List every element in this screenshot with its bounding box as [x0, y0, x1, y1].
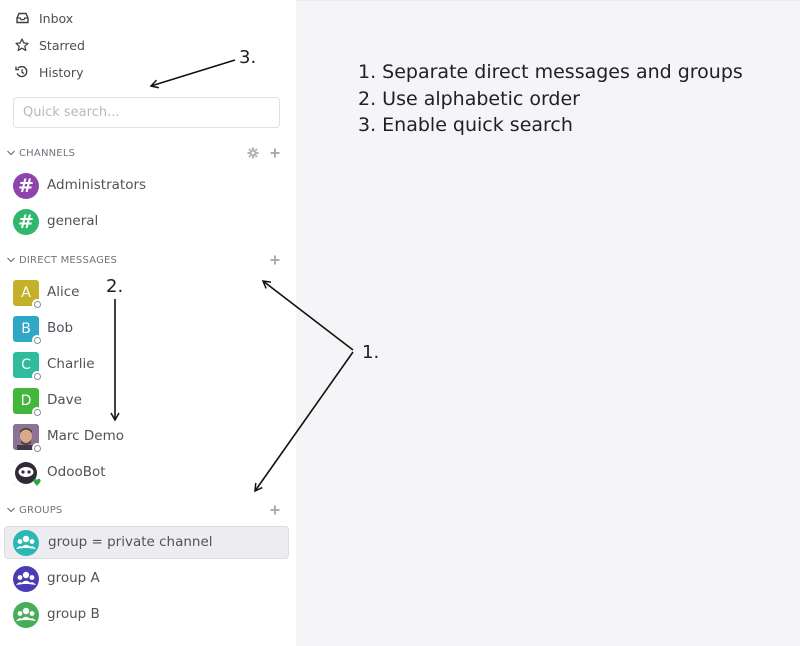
avatar: [13, 424, 42, 453]
section-title: GROUPS: [19, 504, 63, 516]
group-name: group = private channel: [48, 534, 213, 550]
group-name: group A: [47, 570, 100, 586]
group-name: group B: [47, 606, 100, 622]
add-direct-message-icon[interactable]: [268, 253, 282, 267]
sidebar-item-label: Starred: [39, 37, 85, 53]
chevron-down-icon[interactable]: [6, 505, 16, 515]
sidebar-item-inbox[interactable]: Inbox: [0, 5, 296, 31]
quick-search-input[interactable]: [13, 97, 280, 128]
group-item[interactable]: group = private channel: [4, 526, 289, 559]
direct-messages-section-header[interactable]: DIRECT MESSAGES: [0, 251, 296, 269]
group-icon: [13, 566, 39, 592]
channel-name: Administrators: [47, 177, 147, 193]
annotation-label-1: 1.: [362, 342, 380, 363]
group-item[interactable]: group B: [4, 598, 289, 631]
contact-name: Charlie: [47, 356, 95, 372]
group-item[interactable]: group A: [4, 562, 289, 595]
hashtag-icon: #: [13, 173, 39, 199]
history-icon: [14, 64, 30, 80]
contact-name: Alice: [47, 284, 80, 300]
channel-item[interactable]: # general: [4, 205, 289, 238]
avatar: [13, 530, 39, 556]
avatar: B: [13, 316, 42, 345]
section-title: CHANNELS: [19, 147, 76, 159]
inbox-icon: [14, 10, 30, 26]
gear-icon[interactable]: [246, 146, 260, 160]
contact-name: Marc Demo: [47, 428, 124, 444]
contact-name: OdooBot: [47, 464, 106, 480]
direct-message-item[interactable]: A Alice: [4, 276, 289, 309]
chevron-down-icon[interactable]: [6, 148, 16, 158]
avatar: ♥: [13, 460, 42, 489]
add-channel-icon[interactable]: [268, 146, 282, 160]
contact-name: Bob: [47, 320, 74, 336]
avatar: A: [13, 280, 42, 309]
direct-message-item[interactable]: ♥ OdooBot: [4, 456, 289, 489]
annotation-item: 3. Enable quick search: [358, 114, 573, 136]
group-icon: [13, 530, 39, 556]
annotation-list: 1. Separate direct messages and groups 2…: [358, 59, 743, 139]
avatar: [13, 602, 39, 628]
avatar: [13, 566, 39, 592]
sidebar: Inbox Starred History CHANNELS # Adminis…: [0, 0, 296, 646]
contact-name: Dave: [47, 392, 82, 408]
annotation-item: 1. Separate direct messages and groups: [358, 61, 743, 83]
offline-status-icon: [32, 407, 42, 417]
add-group-icon[interactable]: [268, 503, 282, 517]
channel-avatar: #: [13, 173, 39, 199]
channel-name: general: [47, 213, 99, 229]
avatar: C: [13, 352, 42, 381]
hashtag-icon: #: [13, 209, 39, 235]
direct-message-item[interactable]: D Dave: [4, 384, 289, 417]
annotation-item: 2. Use alphabetic order: [358, 87, 580, 110]
channels-section-header[interactable]: CHANNELS: [0, 144, 296, 162]
sidebar-item-label: Inbox: [39, 10, 74, 26]
section-title: DIRECT MESSAGES: [19, 254, 118, 266]
annotation-label-3: 3.: [239, 47, 257, 68]
group-icon: [13, 602, 39, 628]
annotation-label-2: 2.: [106, 276, 124, 297]
star-icon: [14, 37, 30, 53]
offline-status-icon: [32, 371, 42, 381]
direct-message-item[interactable]: B Bob: [4, 312, 289, 345]
direct-message-item[interactable]: Marc Demo: [4, 420, 289, 453]
online-status-icon: ♥: [32, 478, 42, 489]
channel-item[interactable]: # Administrators: [4, 169, 289, 202]
offline-status-icon: [32, 335, 42, 345]
avatar: D: [13, 388, 42, 417]
chevron-down-icon[interactable]: [6, 255, 16, 265]
channel-avatar: #: [13, 209, 39, 235]
groups-section-header[interactable]: GROUPS: [0, 501, 296, 519]
offline-status-icon: [32, 299, 42, 309]
direct-message-item[interactable]: C Charlie: [4, 348, 289, 381]
offline-status-icon: [32, 443, 42, 453]
sidebar-item-label: History: [39, 64, 84, 80]
main-content: 1. Separate direct messages and groups 2…: [296, 0, 800, 646]
